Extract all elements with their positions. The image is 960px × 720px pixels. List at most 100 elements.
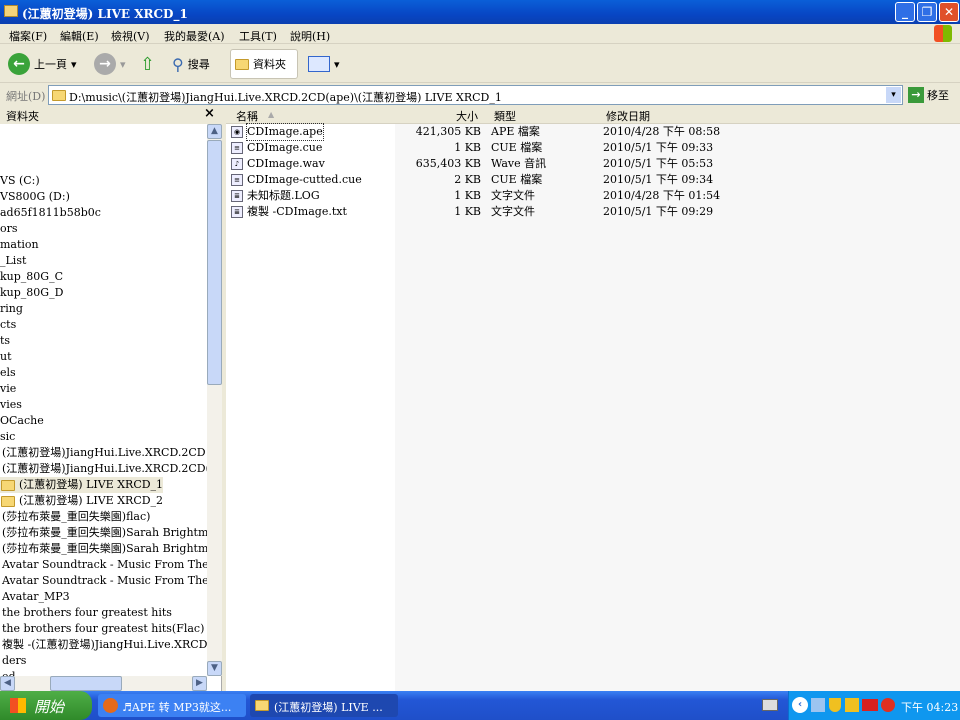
file-type: 文字文件: [491, 189, 535, 202]
scroll-up-button[interactable]: ▲: [207, 124, 222, 139]
tree-item[interactable]: (江蕙初登場)JiangHui.Live.XRCD.2CD: [0, 445, 206, 461]
tree-item-label: kup_80G_D: [0, 286, 64, 299]
folders-button[interactable]: 資料夾: [230, 49, 298, 79]
up-folder-button[interactable]: ⇧: [140, 49, 155, 79]
tree-item[interactable]: the brothers four greatest hits(Flac): [0, 621, 204, 637]
tree-item-label: 複製 -(江蕙初登場)JiangHui.Live.XRCD.2CI: [2, 638, 207, 651]
tree-item[interactable]: (江蕙初登場) LIVE XRCD_1: [0, 477, 164, 493]
vertical-scrollbar[interactable]: ▲ ▼: [207, 124, 222, 676]
scroll-left-button[interactable]: ◀: [0, 676, 15, 691]
file-date: 2010/5/1 下午 09:33: [603, 141, 714, 154]
menu-tools[interactable]: 工具(T): [239, 28, 277, 44]
maximize-button[interactable]: ❐: [917, 2, 937, 22]
up-folder-icon: ⇧: [140, 53, 156, 75]
file-size: 421,305 KB: [415, 125, 481, 138]
close-pane-button[interactable]: ×: [204, 106, 215, 121]
file-row[interactable]: ≣ 未知标题.LOG 1 KB 文字文件 2010/4/28 下午 01:54: [226, 188, 720, 204]
tree-item[interactable]: vies: [0, 397, 22, 413]
file-row[interactable]: ♪ CDImage.wav 635,403 KB Wave 音訊 2010/5/…: [226, 156, 716, 172]
tree-item[interactable]: els: [0, 365, 16, 381]
tree-item[interactable]: ad65f1811b58b0c: [0, 205, 101, 221]
clock[interactable]: 下午 04:23: [901, 699, 958, 715]
column-size[interactable]: 大小: [456, 108, 478, 124]
keyboard-icon[interactable]: [762, 699, 778, 711]
back-dropdown-icon[interactable]: ▾: [71, 58, 77, 71]
back-button[interactable]: ← 上一頁 ▾: [8, 49, 77, 79]
ati-icon[interactable]: [862, 699, 878, 711]
tree-item[interactable]: VS800G (D:): [0, 189, 70, 205]
hscroll-thumb[interactable]: [50, 676, 122, 691]
tree-item[interactable]: kup_80G_C: [0, 269, 63, 285]
tree-item[interactable]: Avatar Soundtrack - Music From The Motio…: [0, 557, 207, 573]
column-date[interactable]: 修改日期: [606, 108, 650, 124]
tree-item-label: VS800G (D:): [0, 190, 70, 203]
file-name: CDImage.ape: [246, 123, 324, 141]
tree-item[interactable]: (莎拉布萊曼_重回失樂園)Sarah Brightman -: [0, 525, 207, 541]
tree-item[interactable]: cts: [0, 317, 16, 333]
scroll-down-button[interactable]: ▼: [207, 661, 222, 676]
column-type[interactable]: 類型: [494, 108, 516, 124]
address-input[interactable]: D:\music\(江蕙初登場)JiangHui.Live.XRCD.2CD(a…: [48, 85, 903, 105]
tree-item[interactable]: _List: [0, 253, 26, 269]
file-row[interactable]: ≡ CDImage-cutted.cue 2 KB CUE 檔案 2010/5/…: [226, 172, 716, 188]
toolbar: ← 上一頁 ▾ → ▾ ⇧ ⚲ 搜尋 資料夾 ▾: [0, 45, 960, 83]
start-button[interactable]: 開始: [0, 691, 92, 720]
taskbar-item-explorer[interactable]: (江蕙初登場) LIVE ...: [250, 694, 398, 717]
tree-item[interactable]: (莎拉布萊曼_重回失樂園)flac): [0, 509, 150, 525]
windows-flag-icon: [10, 698, 26, 713]
warning-icon[interactable]: [845, 698, 859, 712]
show-hidden-icons-button[interactable]: ‹: [792, 697, 808, 713]
menu-file[interactable]: 檔案(F): [9, 28, 47, 44]
tree-item[interactable]: 複製 -(江蕙初登場)JiangHui.Live.XRCD.2CI: [0, 637, 207, 653]
task-label: (江蕙初登場) LIVE ...: [274, 701, 383, 714]
tree-item-label: the brothers four greatest hits: [2, 606, 172, 619]
file-row[interactable]: ≣ 複製 -CDImage.txt 1 KB 文字文件 2010/5/1 下午 …: [226, 204, 716, 220]
tree-item[interactable]: (江蕙初登場) LIVE XRCD_2: [0, 493, 163, 509]
tree-item[interactable]: kup_80G_D: [0, 285, 63, 301]
views-button[interactable]: ▾: [308, 49, 340, 79]
security-shield-icon[interactable]: [829, 698, 841, 712]
column-name[interactable]: 名稱: [236, 108, 258, 124]
tree-item[interactable]: vie: [0, 381, 16, 397]
tree-item[interactable]: VS (C:): [0, 173, 40, 189]
folder-tree: VS (C:) VS800G (D:) ad65f1811b58b0c ors mati…: [0, 124, 207, 676]
forward-dropdown-icon[interactable]: ▾: [120, 58, 126, 71]
network-icon[interactable]: [811, 698, 825, 712]
search-button[interactable]: ⚲ 搜尋: [172, 49, 210, 79]
tree-item-label: OCache: [0, 414, 44, 427]
tree-item[interactable]: mation: [0, 237, 39, 253]
address-dropdown-icon[interactable]: ▾: [886, 87, 901, 103]
file-row[interactable]: ◉ CDImage.ape 421,305 KB APE 檔案 2010/4/2…: [226, 123, 720, 141]
address-label: 網址(D): [6, 90, 46, 103]
tree-item[interactable]: ors: [0, 221, 18, 237]
tree-item[interactable]: ut: [0, 349, 12, 365]
tree-item[interactable]: Avatar Soundtrack - Music From The Motio…: [0, 573, 207, 589]
file-row[interactable]: ≡ CDImage.cue 1 KB CUE 檔案 2010/5/1 下午 09…: [226, 140, 716, 156]
forward-button[interactable]: → ▾: [94, 49, 126, 79]
taskbar-item-firefox[interactable]: ♬APE 转 MP3就这...: [98, 694, 246, 717]
tree-item[interactable]: ring: [0, 301, 23, 317]
app-tray-icon[interactable]: [881, 698, 895, 712]
go-button[interactable]: → 移至: [908, 87, 949, 103]
minimize-button[interactable]: _: [895, 2, 915, 22]
menu-favorites[interactable]: 我的最愛(A): [164, 28, 225, 44]
menu-view[interactable]: 檢視(V): [111, 28, 150, 44]
close-button[interactable]: ✕: [939, 2, 959, 22]
tree-item[interactable]: OCache: [0, 413, 44, 429]
scroll-right-button[interactable]: ▶: [192, 676, 207, 691]
tree-item[interactable]: Avatar_MP3: [0, 589, 70, 605]
file-type: 文字文件: [491, 205, 535, 218]
tree-item[interactable]: sic: [0, 429, 15, 445]
menu-help[interactable]: 說明(H): [290, 28, 330, 44]
tree-item[interactable]: (江蕙初登場)JiangHui.Live.XRCD.2CD(ape): [0, 461, 207, 477]
tree-item[interactable]: ders: [0, 653, 26, 669]
tree-item[interactable]: ed: [0, 669, 16, 676]
firefox-icon: [103, 698, 118, 713]
horizontal-scrollbar[interactable]: ◀ ▶: [0, 676, 207, 691]
menu-edit[interactable]: 編輯(E): [60, 28, 99, 44]
folders-pane-header: 資料夾 ×: [0, 106, 222, 124]
tree-item[interactable]: the brothers four greatest hits: [0, 605, 172, 621]
tree-item[interactable]: (莎拉布萊曼_重回失樂園)Sarah Brightman -: [0, 541, 207, 557]
scroll-thumb[interactable]: [207, 140, 222, 385]
tree-item[interactable]: ts: [0, 333, 10, 349]
